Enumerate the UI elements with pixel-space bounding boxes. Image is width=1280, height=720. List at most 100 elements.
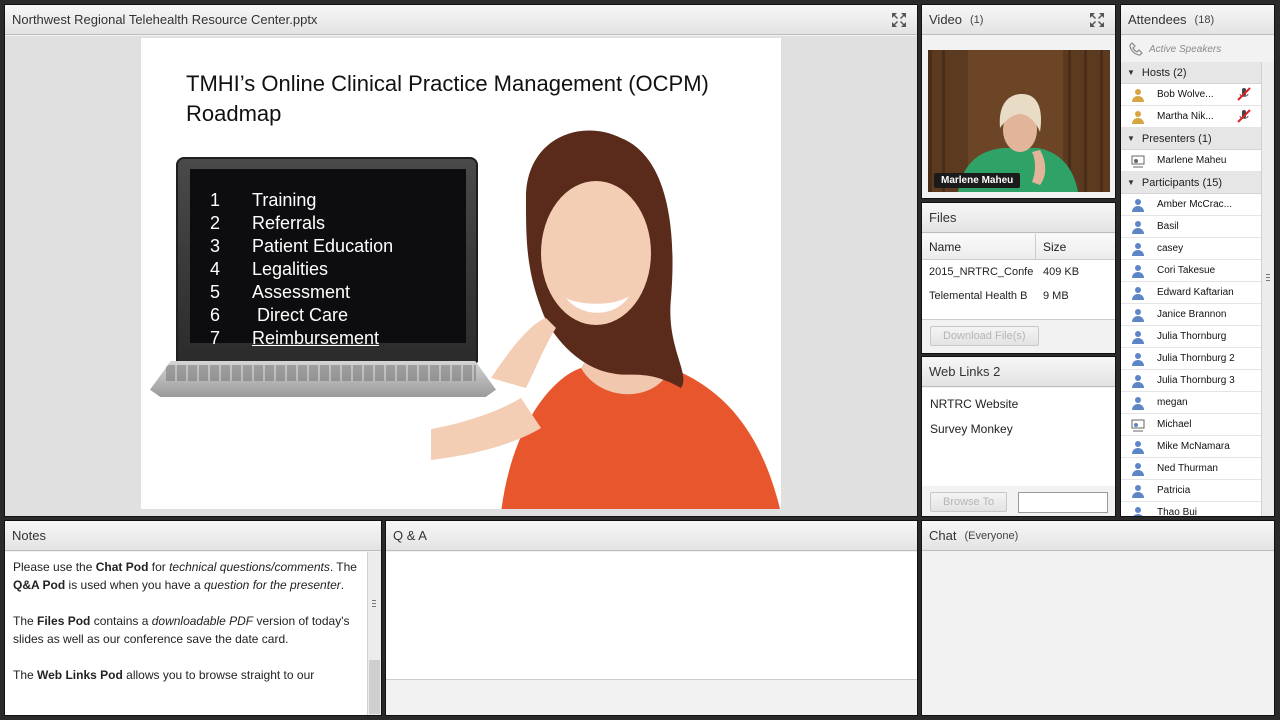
presenters-group-header[interactable]: ▼ Presenters (1) [1121,128,1261,150]
microphone-muted-icon[interactable] [1237,87,1251,104]
attendee-name: Amber McCrac... [1157,199,1233,210]
share-pod-title: Northwest Regional Telehealth Resource C… [12,12,318,27]
phone-icon [1129,42,1143,56]
attendee-row-presenter[interactable]: Marlene Maheu [1121,150,1261,172]
column-header-size[interactable]: Size [1036,240,1066,254]
browse-to-button[interactable]: Browse To [930,492,1008,512]
web-link-item[interactable]: Survey Monkey [930,417,1107,442]
web-links-pod-header: Web Links 2 [922,357,1115,387]
slide-title: TMHI’s Online Clinical Practice Manageme… [186,71,709,126]
video-pod-header: Video (1) [922,5,1115,35]
attendee-row-participant[interactable]: Amber McCrac... [1121,194,1261,216]
qa-pod-header: Q & A [386,521,917,551]
fullscreen-icon[interactable] [891,12,907,28]
video-count: (1) [970,13,984,26]
active-speakers-label: Active Speakers [1149,43,1222,55]
participant-webcam-icon [1131,418,1145,432]
attendee-row-participant[interactable]: Patricia [1121,480,1261,502]
file-row[interactable]: 2015_NRTRC_Confe 409 KB [922,260,1115,284]
webcam-image [928,50,1110,192]
participant-user-icon [1131,506,1145,516]
participant-user-icon [1131,308,1145,322]
qa-pod: Q & A [385,520,918,716]
attendee-name: Julia Thornburg 2 [1157,353,1235,364]
file-name: Telemental Health B [929,290,1028,302]
roadmap-list: 1 Training 2 Referrals 3 Patient Education … [210,189,393,350]
attendee-name: Michael [1157,419,1192,430]
attendee-row-participant[interactable]: casey [1121,238,1261,260]
notes-scrollbar[interactable] [367,552,381,715]
file-row[interactable]: Telemental Health B 9 MB [922,284,1115,308]
host-user-icon [1131,88,1145,102]
attendee-list: ▼ Hosts (2) Bob Wolve... Martha Nik... ▼ P… [1121,62,1261,517]
file-name: 2015_NRTRC_Confe [929,266,1034,278]
participants-group-header[interactable]: ▼ Participants (15) [1121,172,1261,194]
attendee-scrollbar[interactable] [1261,62,1274,516]
attendee-row-participant[interactable]: Cori Takesue [1121,260,1261,282]
web-link-item[interactable]: NRTRC Website [930,392,1107,417]
participant-user-icon [1131,286,1145,300]
download-files-button[interactable]: Download File(s) [930,326,1039,346]
attendee-name: Julia Thornburg 3 [1157,375,1235,386]
video-pod-title: Video [929,12,963,27]
chat-audience[interactable]: (Everyone) [964,530,1018,542]
qa-question-list[interactable] [386,552,917,680]
video-speaker-name: Marlene Maheu [934,173,1021,188]
attendee-name: Thao Bui [1157,507,1198,517]
chat-pod-title: Chat [929,528,957,543]
collapse-triangle-icon[interactable]: ▼ [1127,178,1135,187]
web-links-pod: Web Links 2 NRTRC Website Survey Monkey … [921,356,1116,517]
participant-user-icon [1131,396,1145,410]
notes-pod-header: Notes [5,521,381,551]
attendee-name: casey [1157,243,1184,254]
roadmap-item: 6 Direct Care [210,305,349,325]
fullscreen-icon[interactable] [1089,12,1105,28]
participant-user-icon [1131,242,1145,256]
collapse-triangle-icon[interactable]: ▼ [1127,68,1135,77]
attendee-row-participant[interactable]: Edward Kaftarian [1121,282,1261,304]
attendee-name: Mike McNamara [1157,441,1230,452]
files-table: Name Size 2015_NRTRC_Confe 409 KB Teleme… [922,234,1115,320]
roadmap-item: 1 Training [210,190,317,210]
participant-user-icon [1131,374,1145,388]
attendee-row-participant[interactable]: Basil [1121,216,1261,238]
share-pod-header: Northwest Regional Telehealth Resource C… [5,5,917,35]
attendee-row-participant[interactable]: Julia Thornburg [1121,326,1261,348]
collapse-triangle-icon[interactable]: ▼ [1127,134,1135,143]
chat-pod: Chat (Everyone) [921,520,1275,716]
attendee-name: Julia Thornburg [1157,331,1227,342]
attendees-pod: Attendees (18) Active Speakers ▼ Hosts (2… [1120,4,1275,517]
column-header-name[interactable]: Name [922,234,1036,259]
attendee-row-participant[interactable]: Mike McNamara [1121,436,1261,458]
web-links-list: NRTRC Website Survey Monkey [922,388,1115,486]
roadmap-item: 4 Legalities [210,259,329,279]
attendee-row-participant[interactable]: Michael [1121,414,1261,436]
notes-paragraph: The Web Links Pod allows you to browse s… [13,668,315,682]
notes-pod-title: Notes [12,528,46,543]
web-links-pod-title: Web Links 2 [929,364,1001,379]
attendee-name: Janice Brannon [1157,309,1227,320]
attendee-row-participant[interactable]: Julia Thornburg 2 [1121,348,1261,370]
participant-user-icon [1131,264,1145,278]
attendee-row-participant[interactable]: megan [1121,392,1261,414]
attendee-row-participant[interactable]: Janice Brannon [1121,304,1261,326]
attendee-row-participant[interactable]: Thao Bui [1121,502,1261,517]
hosts-group-header[interactable]: ▼ Hosts (2) [1121,62,1261,84]
attendee-name: Basil [1157,221,1179,232]
participant-user-icon [1131,198,1145,212]
attendees-pod-title: Attendees [1128,12,1187,27]
laptop-graphic: 1 Training 2 Referrals 3 Patient Education … [150,157,496,397]
attendee-row-participant[interactable]: Ned Thurman [1121,458,1261,480]
participant-user-icon [1131,352,1145,366]
attendee-row-host[interactable]: Bob Wolve... [1121,84,1261,106]
attendee-row-participant[interactable]: Julia Thornburg 3 [1121,370,1261,392]
microphone-muted-icon[interactable] [1237,109,1251,126]
web-link-url-input[interactable] [1018,492,1108,513]
share-stage: TMHI’s Online Clinical Practice Manageme… [5,36,917,516]
host-user-icon [1131,110,1145,124]
attendee-row-host[interactable]: Martha Nik... [1121,106,1261,128]
attendee-name: Patricia [1157,485,1191,496]
webcam-feed[interactable]: Marlene Maheu [928,50,1110,192]
presentation-slide: TMHI’s Online Clinical Practice Manageme… [141,38,781,509]
files-pod-title: Files [929,210,957,225]
